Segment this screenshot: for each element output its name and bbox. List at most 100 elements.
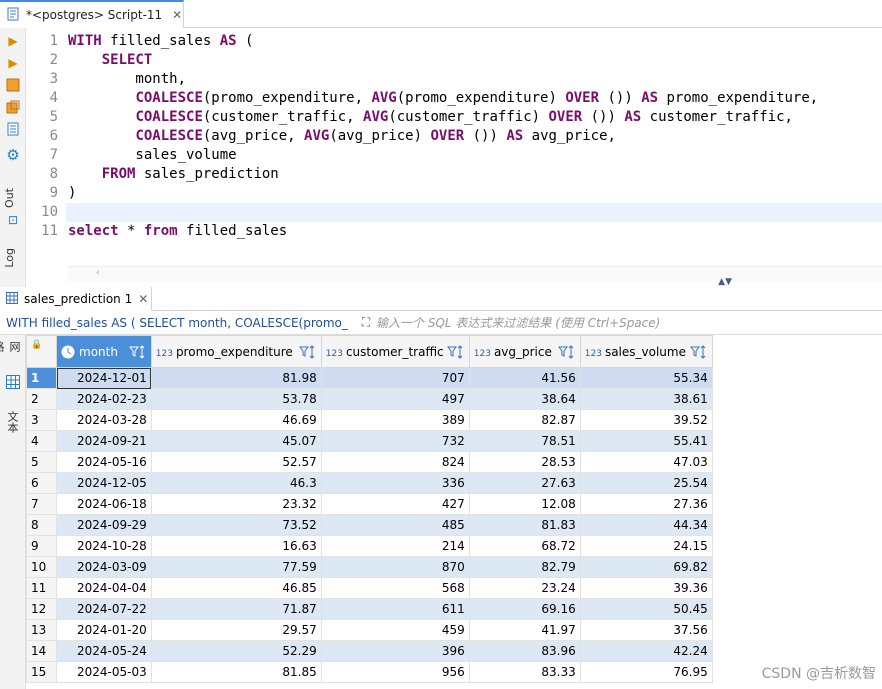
cell-customer-traffic[interactable]: 214	[320, 535, 470, 557]
cell-avg-price[interactable]: 23.24	[468, 577, 581, 599]
cell-avg-price[interactable]: 82.87	[468, 409, 581, 431]
table-row[interactable]: 10 2024-03-09 77.59 870 82.79 69.82	[26, 556, 713, 578]
editor-horizontal-scrollbar[interactable]: ‹	[68, 266, 882, 282]
code-line[interactable]: select * from filled_sales	[68, 222, 882, 241]
cell-month[interactable]: 2024-12-05	[56, 472, 152, 494]
close-tab-icon[interactable]: ✕	[172, 8, 182, 22]
output-panel-toggle[interactable]: Out	[3, 188, 16, 208]
cell-promo-expenditure[interactable]: 46.85	[150, 577, 322, 599]
cell-customer-traffic[interactable]: 956	[320, 661, 470, 683]
cell-avg-price[interactable]: 81.83	[468, 514, 581, 536]
table-row[interactable]: 7 2024-06-18 23.32 427 12.08 27.36	[26, 493, 713, 515]
cell-avg-price[interactable]: 28.53	[468, 451, 581, 473]
cell-month[interactable]: 2024-09-21	[56, 430, 152, 452]
execute-statement-icon[interactable]: ▶	[4, 32, 22, 50]
cell-sales-volume[interactable]: 44.34	[579, 514, 713, 536]
cell-customer-traffic[interactable]: 485	[320, 514, 470, 536]
cell-month[interactable]: 2024-02-23	[56, 388, 152, 410]
cell-month[interactable]: 2024-03-09	[56, 556, 152, 578]
code-line[interactable]: )	[68, 184, 882, 203]
execute-script-new-tab-icon[interactable]	[4, 98, 22, 116]
cell-avg-price[interactable]: 83.96	[468, 640, 581, 662]
cell-promo-expenditure[interactable]: 46.69	[150, 409, 322, 431]
cell-avg-price[interactable]: 41.97	[468, 619, 581, 641]
cell-customer-traffic[interactable]: 707	[320, 367, 470, 389]
cell-month[interactable]: 2024-06-18	[56, 493, 152, 515]
column-header-promo-expenditure[interactable]: 123 promo_expenditure	[150, 335, 322, 368]
row-number[interactable]: 11	[26, 577, 57, 599]
column-header-month[interactable]: month	[56, 335, 152, 368]
row-number[interactable]: 9	[26, 535, 57, 557]
cell-sales-volume[interactable]: 39.36	[579, 577, 713, 599]
cell-sales-volume[interactable]: 76.95	[579, 661, 713, 683]
cell-customer-traffic[interactable]: 824	[320, 451, 470, 473]
grid-corner[interactable]: 🔒	[26, 335, 57, 368]
cell-month[interactable]: 2024-07-22	[56, 598, 152, 620]
filter-sort-icon[interactable]	[689, 345, 708, 362]
code-line[interactable]: SELECT	[68, 51, 882, 70]
scroll-left-icon[interactable]: ‹	[96, 268, 100, 278]
filter-sort-icon[interactable]	[446, 345, 465, 362]
table-row[interactable]: 9 2024-10-28 16.63 214 68.72 24.15	[26, 535, 713, 557]
cell-sales-volume[interactable]: 50.45	[579, 598, 713, 620]
cell-avg-price[interactable]: 41.56	[468, 367, 581, 389]
code-line[interactable]: FROM sales_prediction	[68, 165, 882, 184]
table-row[interactable]: 12 2024-07-22 71.87 611 69.16 50.45	[26, 598, 713, 620]
source-query-link[interactable]: WITH filled_sales AS ( SELECT month, COA…	[0, 316, 356, 330]
close-results-tab-icon[interactable]: ✕	[138, 292, 148, 306]
cell-promo-expenditure[interactable]: 81.98	[150, 367, 322, 389]
table-row[interactable]: 1 2024-12-01 81.98 707 41.56 55.34	[26, 367, 713, 389]
row-number[interactable]: 3	[26, 409, 57, 431]
table-row[interactable]: 4 2024-09-21 45.07 732 78.51 55.41	[26, 430, 713, 452]
row-number[interactable]: 5	[26, 451, 57, 473]
log-panel-toggle[interactable]: Log	[3, 248, 16, 268]
cell-sales-volume[interactable]: 39.52	[579, 409, 713, 431]
row-number[interactable]: 13	[26, 619, 57, 641]
cell-promo-expenditure[interactable]: 71.87	[150, 598, 322, 620]
text-view-toggle[interactable]: 文本	[4, 411, 20, 433]
code-line[interactable]: sales_volume	[68, 146, 882, 165]
cell-customer-traffic[interactable]: 389	[320, 409, 470, 431]
column-header-customer-traffic[interactable]: 123 customer_traffic	[320, 335, 470, 368]
cell-promo-expenditure[interactable]: 46.3	[150, 472, 322, 494]
cell-customer-traffic[interactable]: 568	[320, 577, 470, 599]
cell-month[interactable]: 2024-03-28	[56, 409, 152, 431]
sql-editor[interactable]: 1 2 3 4 5 6 7 8 9 10 11 WITH filled_sales AS ( SEL…	[26, 28, 882, 282]
row-number[interactable]: 1	[26, 367, 57, 389]
cell-promo-expenditure[interactable]: 53.78	[150, 388, 322, 410]
cell-customer-traffic[interactable]: 870	[320, 556, 470, 578]
cell-month[interactable]: 2024-10-28	[56, 535, 152, 557]
table-row[interactable]: 15 2024-05-03 81.85 956 83.33 76.95	[26, 661, 713, 683]
output-icon[interactable]: ⊡	[4, 211, 22, 229]
cell-promo-expenditure[interactable]: 77.59	[150, 556, 322, 578]
minimize-maximize-icons[interactable]: ▲▼	[718, 277, 732, 287]
code-line[interactable]: COALESCE(customer_traffic, AVG(customer_…	[68, 108, 882, 127]
cell-month[interactable]: 2024-05-24	[56, 640, 152, 662]
cell-customer-traffic[interactable]: 611	[320, 598, 470, 620]
filter-input[interactable]: 输入一个 SQL 表达式来过滤结果 (使用 Ctrl+Space)	[376, 314, 660, 331]
row-number[interactable]: 12	[26, 598, 57, 620]
cell-month[interactable]: 2024-12-01	[56, 367, 152, 389]
cell-avg-price[interactable]: 12.08	[468, 493, 581, 515]
column-header-sales-volume[interactable]: 123 sales_volume	[579, 335, 713, 368]
cell-avg-price[interactable]: 78.51	[468, 430, 581, 452]
table-row[interactable]: 11 2024-04-04 46.85 568 23.24 39.36	[26, 577, 713, 599]
cell-sales-volume[interactable]: 55.34	[579, 367, 713, 389]
cell-month[interactable]: 2024-05-16	[56, 451, 152, 473]
row-number[interactable]: 6	[26, 472, 57, 494]
cell-month[interactable]: 2024-05-03	[56, 661, 152, 683]
cell-customer-traffic[interactable]: 427	[320, 493, 470, 515]
cell-month[interactable]: 2024-04-04	[56, 577, 152, 599]
filter-sort-icon[interactable]	[298, 345, 317, 362]
code-line[interactable]: month,	[68, 70, 882, 89]
column-header-avg-price[interactable]: 123 avg_price	[468, 335, 581, 368]
cell-sales-volume[interactable]: 27.36	[579, 493, 713, 515]
code-line[interactable]: WITH filled_sales AS (	[68, 32, 882, 51]
expand-icon[interactable]: ⛶	[356, 315, 376, 330]
cell-promo-expenditure[interactable]: 52.29	[150, 640, 322, 662]
cell-avg-price[interactable]: 68.72	[468, 535, 581, 557]
cell-sales-volume[interactable]: 42.24	[579, 640, 713, 662]
cell-avg-price[interactable]: 27.63	[468, 472, 581, 494]
cell-promo-expenditure[interactable]: 23.32	[150, 493, 322, 515]
row-number[interactable]: 7	[26, 493, 57, 515]
